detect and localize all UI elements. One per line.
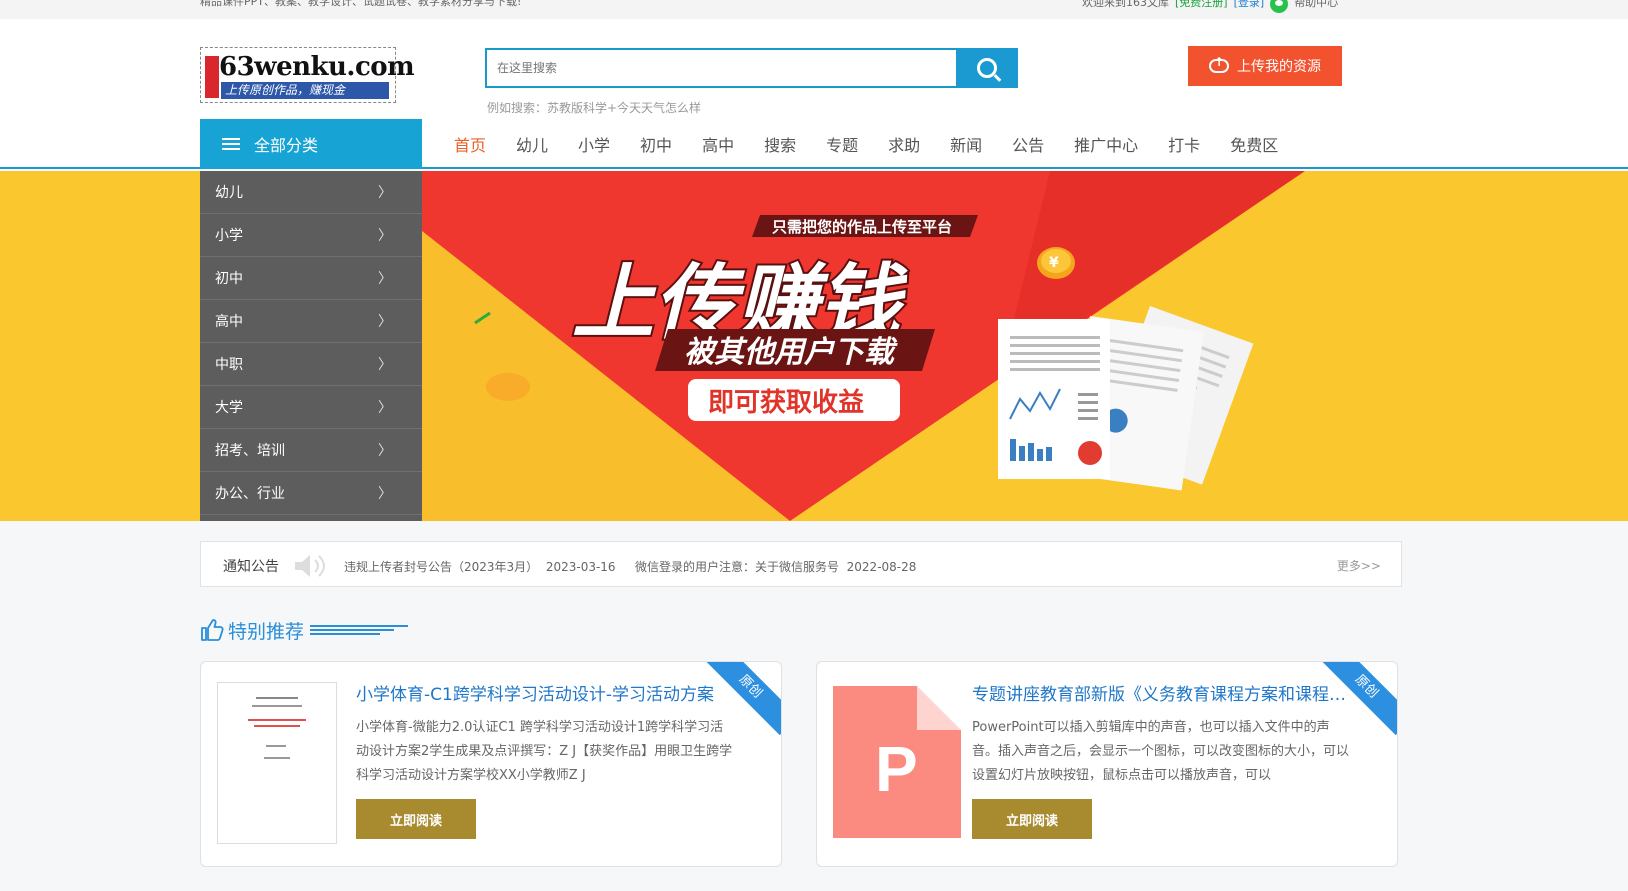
filter-sliders-icon [222,137,240,151]
all-categories-label: 全部分类 [254,136,319,155]
sidebar-item-preschool[interactable]: 幼儿 〉 [200,171,422,214]
nav-item-senior-high[interactable]: 高中 [702,132,734,156]
site-tagline: 精品课件PPT、教案、教学设计、试题试卷、教学素材分享与下载! [200,0,522,8]
sidebar-item-vocational[interactable]: 中职 〉 [200,343,422,386]
featured-section-title: 特别推荐 [200,616,409,644]
search-icon [977,58,997,78]
login-link[interactable]: [登录] [1234,0,1265,10]
notice-bar: 通知公告 违规上传者封号公告（2023年3月） 2023-03-16 微信登录的… [200,541,1402,587]
nav-item-primary[interactable]: 小学 [578,132,610,156]
sidebar-item-label: 初中 [215,271,243,287]
sidebar-item-university[interactable]: 大学 〉 [200,386,422,429]
upload-resource-button[interactable]: 上传我的资源 [1188,46,1342,86]
sidebar-item-label: 办公、行业 [215,486,285,502]
header: 63wenku.com 上传原创作品，赚现金 例如搜索：苏教版科学+今天天气怎么… [0,19,1628,169]
nav-item-home[interactable]: 首页 [454,132,486,156]
register-link[interactable]: [免费注册] [1175,0,1228,10]
top-bar: 精品课件PPT、教案、教学设计、试题试卷、教学素材分享与下载! 欢迎来到163文… [0,0,1628,19]
sidebar-item-label: 幼儿 [215,185,243,201]
main-nav: 全部分类 首页 幼儿 小学 初中 高中 搜索 专题 求助 新闻 公告 推广中心 … [0,119,1628,169]
notice-item[interactable]: 微信登录的用户注意：关于微信服务号 2022-08-28 [635,558,916,575]
chevron-right-icon: 〉 [378,357,392,373]
wechat-login-icon[interactable] [1270,0,1289,13]
nav-item-junior-high[interactable]: 初中 [640,132,672,156]
chevron-right-icon: 〉 [378,185,392,201]
card-title-link[interactable]: 小学体育-C1跨学科学习活动设计-学习活动方案 [356,680,731,705]
nav-item-topics[interactable]: 专题 [826,132,858,156]
notice-more-link[interactable]: 更多>> [1337,557,1381,574]
nav-item-checkin[interactable]: 打卡 [1168,132,1200,156]
nav-item-preschool[interactable]: 幼儿 [516,132,548,156]
read-now-button[interactable]: 立即阅读 [972,799,1092,839]
sidebar-item-label: 中职 [215,357,243,373]
cloud-upload-icon [1209,55,1229,73]
sidebar-item-label: 高中 [215,314,243,330]
chevron-right-icon: 〉 [378,228,392,244]
banner-coin-symbol: ¥ [1049,255,1059,271]
nav-item-announcements[interactable]: 公告 [1012,132,1044,156]
banner-pill-text: 即可获取收益 [708,388,864,418]
sidebar-item-office-industry[interactable]: 办公、行业 〉 [200,472,422,515]
notice-item[interactable]: 违规上传者封号公告（2023年3月） 2023-03-16 [344,558,616,575]
title-decoration [310,625,409,635]
nav-item-promotion[interactable]: 推广中心 [1074,132,1138,156]
site-logo[interactable]: 63wenku.com 上传原创作品，赚现金 [200,47,415,103]
featured-card: 小学体育-C1跨学科学习活动设计-学习活动方案 小学体育-微能力2.0认证C1 … [200,661,782,867]
card-description: PowerPoint可以插入剪辑库中的声音，也可以插入文件中的声音。插入声音之后… [972,720,1350,783]
speaker-icon [295,555,325,577]
search-input[interactable] [487,50,957,86]
notice-date: 2022-08-28 [846,560,917,574]
category-sidebar: 幼儿〉 小学〉 初中〉 高中〉 中职〉 大学〉 招考、培训〉 办公、行业〉 [200,171,422,521]
document-preview-image [248,697,306,759]
chevron-right-icon: 〉 [378,400,392,416]
card-title-link[interactable]: 专题讲座教育部新版《义务教育课程方案和课程标准》 [972,680,1347,705]
chevron-right-icon: 〉 [378,443,392,459]
document-thumbnail[interactable] [217,682,337,844]
upload-label: 上传我的资源 [1237,59,1321,75]
sidebar-item-exam-training[interactable]: 招考、培训 〉 [200,429,422,472]
welcome-text: 欢迎来到163文库 [1082,0,1169,9]
featured-card: P 专题讲座教育部新版《义务教育课程方案和课程标准》 PowerPoint可以插… [816,661,1398,867]
search-button[interactable] [956,48,1018,88]
nav-item-help-request[interactable]: 求助 [888,132,920,156]
nav-item-search[interactable]: 搜索 [764,132,796,156]
sidebar-item-label: 小学 [215,228,243,244]
top-bar-links: 欢迎来到163文库 [免费注册] [登录] 帮助中心 [1082,0,1338,13]
notice-date: 2023-03-16 [545,560,616,574]
notice-label: 通知公告 [223,559,279,575]
nav-items: 首页 幼儿 小学 初中 高中 搜索 专题 求助 新闻 公告 推广中心 打卡 免费… [454,119,1308,169]
sidebar-item-senior-high[interactable]: 高中 〉 [200,300,422,343]
nav-item-news[interactable]: 新闻 [950,132,982,156]
help-center-link[interactable]: 帮助中心 [1294,0,1338,10]
logo-wordmark: 63wenku.com [219,52,415,82]
ppt-letter: P [875,733,918,805]
banner-top-line: 只需把您的作品上传至平台 [772,218,952,236]
card-description: 小学体育-微能力2.0认证C1 跨学科学习活动设计1跨学科学习活动设计方案2学生… [356,720,733,783]
logo-slogan: 上传原创作品，赚现金 [221,82,389,99]
chevron-right-icon: 〉 [378,271,392,287]
sidebar-item-label: 招考、培训 [215,443,285,459]
sidebar-item-label: 大学 [215,400,243,416]
sidebar-item-primary[interactable]: 小学 〉 [200,214,422,257]
banner-subline: 被其他用户下载 [684,335,898,370]
all-categories-button[interactable]: 全部分类 [200,119,422,169]
logo-mark [205,56,219,98]
sidebar-item-junior-high[interactable]: 初中 〉 [200,257,422,300]
chevron-right-icon: 〉 [378,314,392,330]
read-now-button[interactable]: 立即阅读 [356,799,476,839]
chevron-right-icon: 〉 [378,486,392,502]
thumbs-up-icon [201,619,224,641]
featured-title-text: 特别推荐 [228,620,305,643]
nav-item-free-zone[interactable]: 免费区 [1230,132,1278,156]
search-hint: 例如搜索：苏教版科学+今天天气怎么样 [487,101,702,115]
powerpoint-file-icon[interactable]: P [833,686,961,838]
search-box [485,48,1018,88]
